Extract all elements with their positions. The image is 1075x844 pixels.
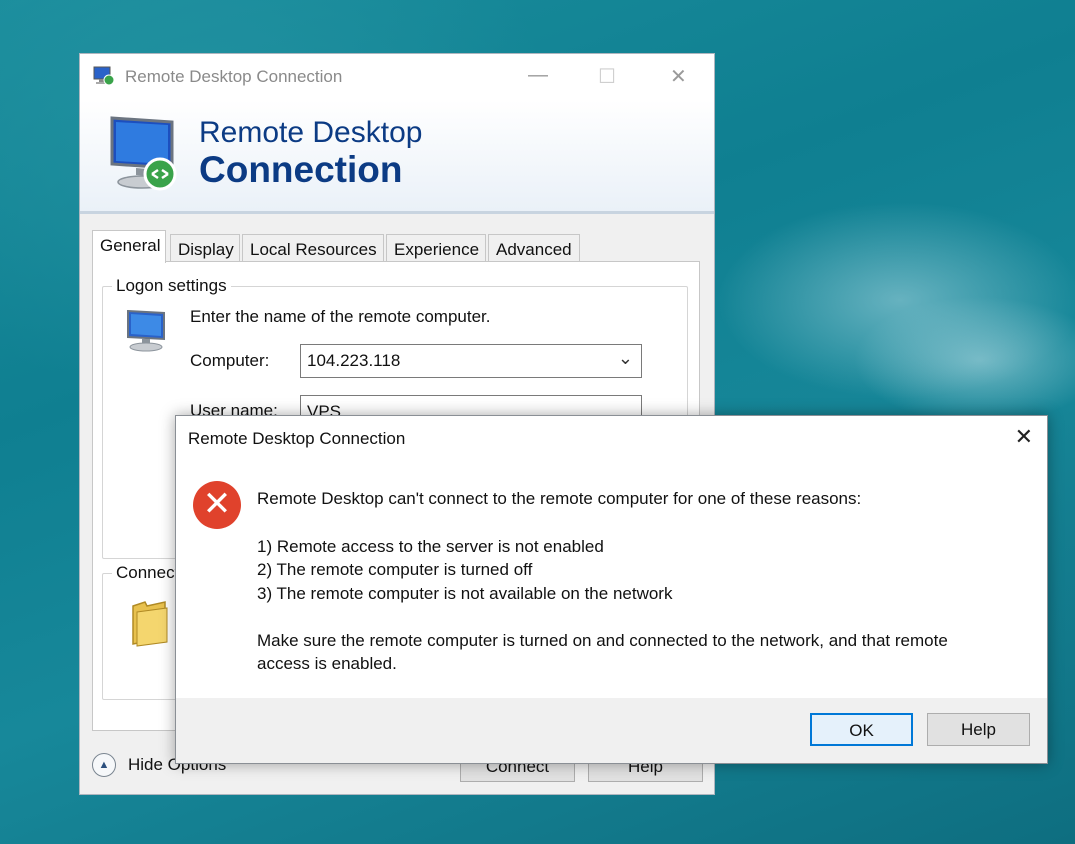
monitor-icon (110, 116, 177, 191)
tab-advanced[interactable]: Advanced (488, 234, 580, 262)
window-title: Remote Desktop Connection (125, 67, 343, 86)
dialog-help-button[interactable]: Help (927, 713, 1030, 746)
tab-general[interactable]: General (92, 230, 166, 263)
reason-2: 2) The remote computer is turned off (257, 560, 533, 579)
maximize-button[interactable]: ☐ (598, 64, 616, 89)
logon-prompt: Enter the name of the remote computer. (190, 307, 491, 326)
advice-line-2: access is enabled. (257, 654, 397, 673)
reason-1: 1) Remote access to the server is not en… (257, 537, 604, 556)
reason-3: 3) The remote computer is not available … (257, 584, 673, 603)
dialog-close-icon[interactable]: ✕ (1015, 424, 1033, 450)
tab-display[interactable]: Display (170, 234, 240, 262)
collapse-up-icon: ▲ (92, 753, 116, 777)
logon-settings-title: Logon settings (112, 276, 231, 296)
banner: Remote Desktop Connection (80, 100, 714, 214)
tab-experience[interactable]: Experience (386, 234, 486, 262)
dialog-button-bar: OK Help (176, 698, 1047, 763)
title-bar[interactable]: Remote Desktop Connection — ☐ ✕ (80, 54, 714, 100)
computer-combobox[interactable]: 104.223.118 ⌄ (300, 344, 642, 378)
rdc-app-icon (93, 66, 115, 86)
advice-line-1: Make sure the remote computer is turned … (257, 631, 948, 650)
minimize-button[interactable]: — (528, 64, 548, 87)
computer-icon (127, 309, 165, 352)
connection-settings-title: Connect (112, 563, 184, 583)
error-heading: Remote Desktop can't connect to the remo… (257, 489, 862, 508)
banner-title-line2: Connection (199, 149, 403, 190)
banner-title-line1: Remote Desktop (199, 116, 423, 149)
close-button[interactable]: ✕ (670, 64, 687, 89)
computer-value: 104.223.118 (307, 351, 401, 370)
ok-button[interactable]: OK (810, 713, 913, 746)
error-icon: ✕ (193, 481, 241, 529)
error-dialog: Remote Desktop Connection ✕ ✕ Remote Des… (175, 415, 1048, 764)
tab-local-resources[interactable]: Local Resources (242, 234, 384, 262)
computer-label: Computer: (190, 351, 270, 370)
chevron-down-icon[interactable]: ⌄ (618, 348, 633, 369)
folder-icon (132, 601, 168, 647)
dialog-title: Remote Desktop Connection (188, 429, 406, 448)
